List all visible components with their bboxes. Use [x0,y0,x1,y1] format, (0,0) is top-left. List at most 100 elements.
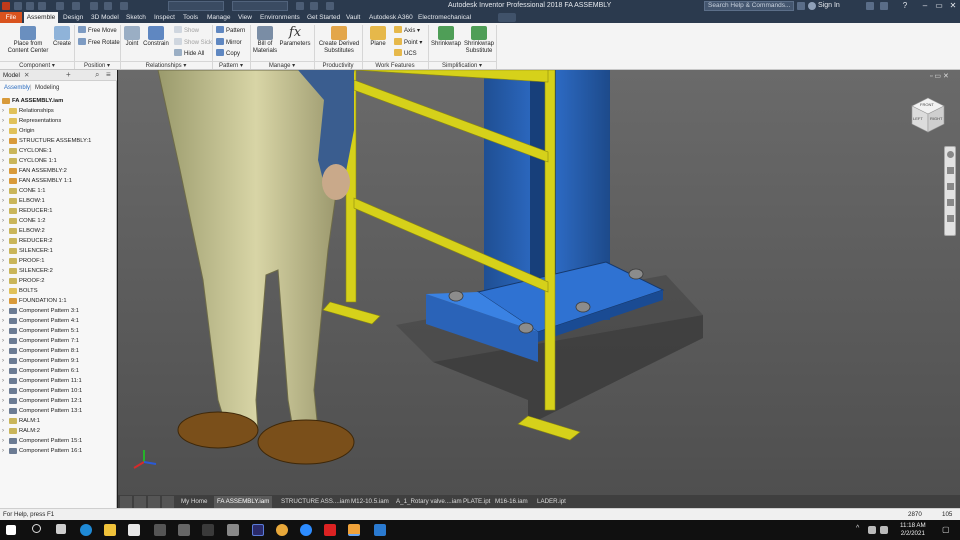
expand-arrow-icon[interactable]: › [2,336,8,346]
steering-wheel-icon[interactable] [947,151,954,158]
edge-icon[interactable] [80,524,92,536]
expand-arrow-icon[interactable]: › [2,136,8,146]
save-icon[interactable] [38,2,46,10]
sign-in-link[interactable]: Sign In [818,2,840,9]
notifications-icon[interactable]: ▢ [942,525,950,534]
doc-tab-lader[interactable]: LADER.ipt [534,496,569,508]
group-simplification[interactable]: Simplification ▾ [428,61,496,70]
axis-button[interactable]: Axis ▾ [394,26,420,36]
tab-design[interactable]: Design [63,12,83,23]
place-content-center-button[interactable]: Place from Content Center [6,26,50,55]
tab-environments[interactable]: Environments [260,12,300,23]
tab-vault[interactable]: Vault [346,12,360,23]
tab-autodesk-a360[interactable]: Autodesk A360 [369,12,413,23]
expand-arrow-icon[interactable]: › [2,356,8,366]
expand-arrow-icon[interactable]: › [2,196,8,206]
shrinkwrap-button[interactable]: Shrinkwrap [430,26,462,48]
store-icon[interactable] [128,524,140,536]
update-icon[interactable] [104,2,112,10]
material-dropdown[interactable] [168,1,224,11]
expand-arrow-icon[interactable]: › [2,376,8,386]
tree-node[interactable]: › Origin [0,126,117,136]
app-icon-3[interactable] [202,524,214,536]
expand-arrow-icon[interactable]: › [2,246,8,256]
parameters-button[interactable]: fx Parameters [278,26,312,48]
tree-node[interactable]: › Component Pattern 12:1 [0,396,117,406]
clear-override-icon[interactable] [296,2,304,10]
parameters-qat-icon[interactable] [310,2,318,10]
tree-node[interactable]: › ELBOW:2 [0,226,117,236]
acrobat-icon[interactable] [324,524,336,536]
tab-assemble[interactable]: Assemble [24,12,58,23]
graphics-viewport[interactable]: FRONT LEFT RIGHT ▫ ▭ ✕ [118,70,960,495]
tree-node[interactable]: › BOLTS [0,286,117,296]
appearance-dropdown[interactable] [232,1,288,11]
free-move-button[interactable]: Free Move [78,26,117,36]
tab-tools[interactable]: Tools [183,12,198,23]
windows-start-icon[interactable] [6,525,16,535]
expand-arrow-icon[interactable]: › [2,436,8,446]
tree-node[interactable]: › Component Pattern 6:1 [0,366,117,376]
expand-arrow-icon[interactable]: › [2,176,8,186]
expand-arrow-icon[interactable]: › [2,416,8,426]
expand-arrow-icon[interactable]: › [2,116,8,126]
tree-node[interactable]: › CONE 1:1 [0,186,117,196]
expand-arrow-icon[interactable]: › [2,236,8,246]
expand-arrow-icon[interactable]: › [2,446,8,456]
copy-button[interactable]: Copy [216,49,240,59]
network-icon[interactable] [868,526,876,534]
zoom-app-icon[interactable] [300,524,312,536]
tree-node[interactable]: › CONE 1:2 [0,216,117,226]
customize-qat-icon[interactable] [326,2,334,10]
search-input[interactable]: Search Help & Commands... [704,1,794,11]
pattern-button[interactable]: Pattern [216,26,245,36]
tree-node[interactable]: › Component Pattern 7:1 [0,336,117,346]
tree-node[interactable]: › Component Pattern 5:1 [0,326,117,336]
search-icon[interactable]: ⌕ [95,70,99,80]
expand-arrow-icon[interactable]: › [2,156,8,166]
expand-arrow-icon[interactable]: › [2,386,8,396]
tray-expand-icon[interactable]: ^ [856,525,859,532]
tab-assembly[interactable]: Assembly [4,85,30,91]
expand-arrow-icon[interactable]: › [2,406,8,416]
task-view-icon[interactable] [56,524,66,534]
tree-node[interactable]: › FAN ASSEMBLY:2 [0,166,117,176]
cascade-icon[interactable] [134,496,146,508]
tree-node[interactable]: › RALM:1 [0,416,117,426]
tab-model[interactable]: Model [3,72,20,79]
create-button[interactable]: Create [52,26,72,48]
orbit-icon[interactable] [947,199,954,206]
tree-node[interactable]: › CYCLONE:1 [0,146,117,156]
doc-tab-active[interactable]: FA ASSEMBLY.iam [214,496,273,508]
ribbon-toggle-icon[interactable] [498,13,516,22]
expand-arrow-icon[interactable]: › [2,316,8,326]
group-relationships[interactable]: Relationships ▾ [120,61,212,70]
tile-icon[interactable] [120,496,132,508]
tree-node[interactable]: › CYCLONE 1:1 [0,156,117,166]
expand-arrow-icon[interactable]: › [2,306,8,316]
tree-node[interactable]: › Component Pattern 3:1 [0,306,117,316]
tree-node[interactable]: › Relationships [0,106,117,116]
doc-tab-plate[interactable]: PLATE.ipt [460,496,493,508]
tree-node[interactable]: › STRUCTURE ASSEMBLY:1 [0,136,117,146]
tree-node[interactable]: › FAN ASSEMBLY 1:1 [0,176,117,186]
constrain-button[interactable]: Constrain [142,26,170,48]
show-button[interactable]: Show [174,26,199,36]
app-icon-1[interactable] [154,524,166,536]
expand-arrow-icon[interactable]: › [2,346,8,356]
expand-arrow-icon[interactable]: › [2,216,8,226]
app-icon-4[interactable] [227,524,239,536]
browser-menu-icon[interactable]: ≡ [106,70,111,79]
tree-root[interactable]: FA ASSEMBLY.iam [0,96,117,106]
group-component[interactable]: Component ▾ [0,61,74,70]
tab-view[interactable]: View [238,12,252,23]
zoom-icon[interactable] [947,183,954,190]
tree-node[interactable]: › ELBOW:1 [0,196,117,206]
tree-node[interactable]: › RALM:2 [0,426,117,436]
bill-of-materials-button[interactable]: Bill of Materials [252,26,278,55]
shrinkwrap-substitute-button[interactable]: Shrinkwrap Substitute [462,26,496,55]
user-icon[interactable] [808,2,816,10]
tree-node[interactable]: › Representations [0,116,117,126]
doc-tab-structure[interactable]: STRUCTURE ASS....iam [278,496,353,508]
expand-arrow-icon[interactable]: › [2,396,8,406]
